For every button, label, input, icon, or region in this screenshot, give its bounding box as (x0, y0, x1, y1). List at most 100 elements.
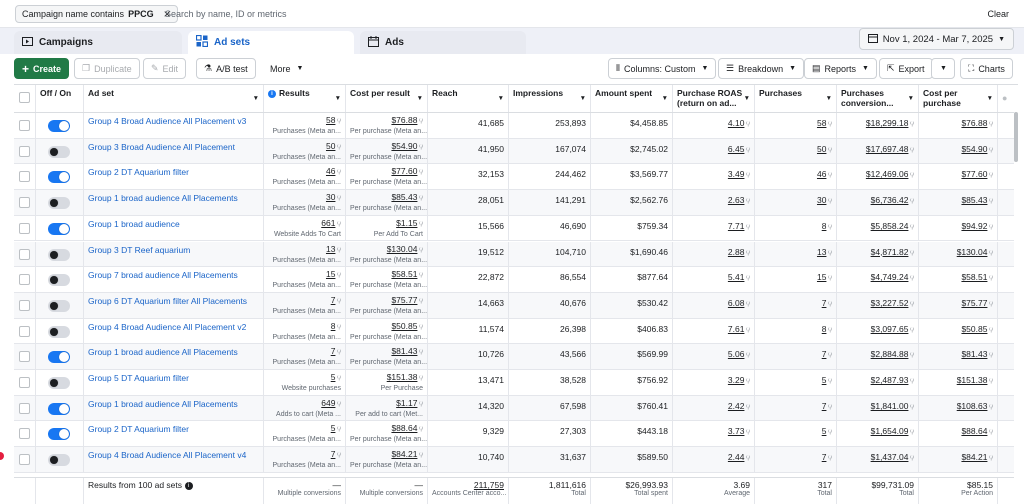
purchases-value[interactable]: 7 ⁽ᵢ⁾ (759, 401, 832, 413)
ad-set-name-link[interactable]: Group 7 broad audience All Placements (88, 270, 238, 280)
purchases-conversion-value[interactable]: $4,749.24 ⁽ᵢ⁾ (841, 272, 914, 284)
status-toggle[interactable] (48, 351, 70, 364)
purchases-conversion-value[interactable]: $5,858.24 ⁽ᵢ⁾ (841, 221, 914, 233)
table-row[interactable]: Group 4 Broad Audience All Placement v3 5… (14, 113, 1014, 139)
cost-per-purchase-value[interactable]: $50.85 ⁽ᵢ⁾ (923, 324, 993, 336)
cost-per-purchase-link[interactable]: $77.60 (961, 169, 987, 179)
more-button[interactable]: More ▼ (263, 58, 310, 79)
table-row[interactable]: Group 6 DT Aquarium filter All Placement… (14, 292, 1014, 319)
purchases-conversion-value[interactable]: $1,437.04 ⁽ᵢ⁾ (841, 452, 914, 464)
purchases-conversion-value[interactable]: $4,871.82 ⁽ᵢ⁾ (841, 247, 914, 259)
purchases-conversion-link[interactable]: $3,097.65 (871, 324, 909, 334)
results-value[interactable]: 8 ⁽ᵢ⁾ (268, 321, 341, 333)
purchase-roas-value[interactable]: 3.29 ⁽ᵢ⁾ (677, 375, 750, 387)
cost-per-purchase-value[interactable]: $84.21 ⁽ᵢ⁾ (923, 452, 993, 464)
table-row[interactable]: Group 2 DT Aquarium filter 5 ⁽ᵢ⁾ Purchases… (14, 421, 1014, 448)
results-value[interactable]: 30 ⁽ᵢ⁾ (268, 192, 341, 204)
export-button[interactable]: ⇱ Export (879, 58, 933, 79)
status-toggle[interactable] (48, 145, 70, 158)
status-toggle[interactable] (48, 299, 70, 312)
purchase-roas-link[interactable]: 5.41 (728, 272, 745, 282)
cost-per-result-link[interactable]: $130.04 (387, 244, 418, 254)
cost-per-result-link[interactable]: $1.17 (396, 398, 417, 408)
purchases-conversion-link[interactable]: $6,736.42 (871, 195, 909, 205)
row-checkbox[interactable] (19, 222, 30, 234)
results-value[interactable]: 7 ⁽ᵢ⁾ (268, 295, 341, 307)
purchase-roas-value[interactable]: 6.45 ⁽ᵢ⁾ (677, 144, 750, 156)
cost-per-result-value[interactable]: $151.38 ⁽ᵢ⁾ (350, 372, 423, 384)
header-cost-per-result[interactable]: Cost per result ▼ (346, 85, 428, 112)
charts-button[interactable]: ⛶ Charts (960, 58, 1013, 79)
tab-ad-sets[interactable]: Ad sets (188, 31, 354, 54)
cost-per-result-link[interactable]: $1.15 (396, 218, 417, 228)
purchases-value[interactable]: 15 ⁽ᵢ⁾ (759, 272, 832, 284)
cost-per-result-value[interactable]: $88.64 ⁽ᵢ⁾ (350, 423, 423, 435)
status-toggle[interactable] (48, 274, 70, 287)
filter-chip[interactable]: Campaign name contains PPCG × (15, 5, 178, 23)
table-row[interactable]: Group 1 broad audience All Placements 7 ⁽… (14, 344, 1014, 370)
cost-per-purchase-link[interactable]: $85.43 (961, 195, 987, 205)
purchase-roas-value[interactable]: 5.41 ⁽ᵢ⁾ (677, 272, 750, 284)
reports-button[interactable]: ▤ Reports ▼ (804, 58, 877, 79)
cost-per-result-link[interactable]: $50.85 (391, 321, 417, 331)
tab-campaigns[interactable]: Campaigns (14, 31, 182, 54)
purchases-conversion-link[interactable]: $1,654.09 (871, 426, 909, 436)
results-value[interactable]: 649 ⁽ᵢ⁾ (268, 398, 341, 410)
purchases-conversion-link[interactable]: $17,697.48 (866, 144, 909, 154)
purchases-conversion-value[interactable]: $2,884.88 ⁽ᵢ⁾ (841, 349, 914, 361)
header-amount-spent[interactable]: Amount spent ▼ (591, 85, 673, 112)
cost-per-result-link[interactable]: $85.43 (391, 192, 417, 202)
results-value[interactable]: 58 ⁽ᵢ⁾ (268, 115, 341, 127)
status-toggle[interactable] (48, 248, 70, 261)
cost-per-result-link[interactable]: $88.64 (391, 423, 417, 433)
cost-per-result-link[interactable]: $151.38 (387, 372, 418, 382)
purchase-roas-link[interactable]: 2.88 (728, 247, 745, 257)
purchase-roas-link[interactable]: 2.63 (728, 195, 745, 205)
cost-per-result-value[interactable]: $130.04 ⁽ᵢ⁾ (350, 244, 423, 256)
purchases-conversion-link[interactable]: $2,884.88 (871, 349, 909, 359)
status-toggle[interactable] (48, 454, 70, 467)
cost-per-purchase-value[interactable]: $54.90 ⁽ᵢ⁾ (923, 144, 993, 156)
header-purchase-roas[interactable]: Purchase ROAS (return on ad... ▼ (673, 85, 755, 112)
purchases-value[interactable]: 7 ⁽ᵢ⁾ (759, 298, 832, 310)
summary-reach-value[interactable]: 211,759 (432, 480, 504, 490)
cost-per-purchase-value[interactable]: $130.04 ⁽ᵢ⁾ (923, 247, 993, 259)
header-results[interactable]: i Results ▼ (264, 85, 346, 112)
table-row[interactable]: Group 1 broad audience All Placements 30 … (14, 190, 1014, 216)
cost-per-purchase-link[interactable]: $88.64 (961, 426, 987, 436)
purchases-value[interactable]: 5 ⁽ᵢ⁾ (759, 426, 832, 438)
header-ad-set[interactable]: Ad set ▼ (84, 85, 264, 112)
purchase-roas-link[interactable]: 7.71 (728, 221, 745, 231)
status-toggle[interactable] (48, 402, 70, 415)
export-menu-button[interactable]: ▼ (931, 58, 955, 79)
row-checkbox[interactable] (19, 171, 30, 183)
cost-per-purchase-link[interactable]: $81.43 (961, 349, 987, 359)
cost-per-result-link[interactable]: $76.88 (391, 115, 417, 125)
row-checkbox[interactable] (19, 145, 30, 157)
breakdown-button[interactable]: ☰ Breakdown ▼ (718, 58, 805, 79)
cost-per-purchase-link[interactable]: $58.51 (961, 272, 987, 282)
purchases-value[interactable]: 5 ⁽ᵢ⁾ (759, 375, 832, 387)
table-row[interactable]: Group 4 Broad Audience All Placement v4 7… (14, 447, 1014, 473)
select-all-checkbox[interactable] (19, 92, 30, 103)
purchases-value[interactable]: 7 ⁽ᵢ⁾ (759, 349, 832, 361)
status-toggle[interactable] (48, 171, 70, 184)
cost-per-result-value[interactable]: $81.43 ⁽ᵢ⁾ (350, 346, 423, 358)
cost-per-result-link[interactable]: $81.43 (391, 346, 417, 356)
results-link[interactable]: 661 (321, 218, 335, 228)
vertical-scrollbar[interactable] (1014, 112, 1018, 162)
ab-test-button[interactable]: ⚗ A/B test (196, 58, 256, 79)
cost-per-result-link[interactable]: $84.21 (391, 449, 417, 459)
ad-set-name-link[interactable]: Group 4 Broad Audience All Placement v3 (88, 116, 246, 126)
purchases-value[interactable]: 7 ⁽ᵢ⁾ (759, 452, 832, 464)
purchases-conversion-link[interactable]: $1,841.00 (871, 401, 909, 411)
ad-set-name-link[interactable]: Group 1 broad audience All Placements (88, 399, 238, 409)
purchase-roas-link[interactable]: 3.29 (728, 375, 745, 385)
header-impressions[interactable]: Impressions ▼ (509, 85, 591, 112)
purchases-conversion-value[interactable]: $3,097.65 ⁽ᵢ⁾ (841, 324, 914, 336)
results-value[interactable]: 50 ⁽ᵢ⁾ (268, 141, 341, 153)
purchase-roas-link[interactable]: 2.42 (728, 401, 745, 411)
cost-per-purchase-value[interactable]: $94.92 ⁽ᵢ⁾ (923, 221, 993, 233)
purchases-conversion-value[interactable]: $12,469.06 ⁽ᵢ⁾ (841, 169, 914, 181)
table-row[interactable]: Group 1 broad audience All Placements 649… (14, 395, 1014, 422)
